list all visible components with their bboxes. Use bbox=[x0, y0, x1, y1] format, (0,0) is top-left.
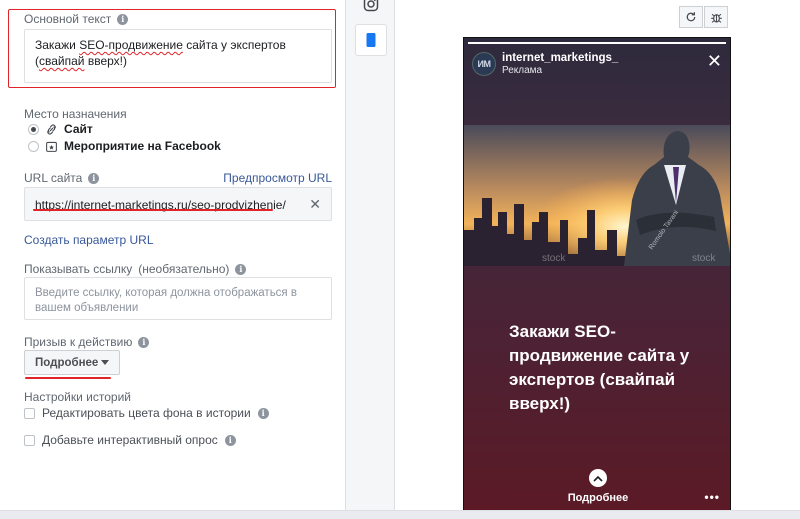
link-icon bbox=[45, 123, 58, 136]
story-caption: Закажи SEO-продвижение сайта у экспертов… bbox=[509, 322, 690, 413]
optional-hint: (необязательно) bbox=[138, 262, 230, 276]
close-icon[interactable]: ✕ bbox=[309, 196, 321, 213]
story-progress-bar bbox=[468, 42, 726, 44]
cta-dropdown[interactable]: Подробнее bbox=[24, 350, 120, 375]
primary-text-field[interactable]: Закажи SEO-продвижение сайта у экспертов… bbox=[24, 29, 332, 83]
phone-stories-icon bbox=[366, 33, 376, 47]
checkbox-label: Редактировать цвета фона в истории bbox=[42, 406, 251, 420]
placement-tabs bbox=[345, 0, 395, 519]
tab-instagram-stories[interactable] bbox=[355, 24, 387, 56]
chevron-up-icon bbox=[593, 475, 603, 482]
text-fragment-spellcheck: свайпай bbox=[39, 54, 85, 68]
radio-unselected[interactable] bbox=[28, 140, 39, 152]
create-url-parameter-link[interactable]: Создать параметр URL bbox=[24, 233, 154, 247]
swipe-up-button[interactable] bbox=[589, 469, 607, 487]
primary-text-line-2: (свайпай вверх!) bbox=[35, 53, 321, 69]
story-preview: ИМ internet_marketings_ Реклама ✕ Romolo… bbox=[463, 37, 731, 511]
stories-settings-label: Настройки историй bbox=[24, 390, 131, 404]
annotation-underline bbox=[25, 377, 111, 379]
avatar: ИМ bbox=[472, 52, 496, 76]
display-link-label: Показывать ссылку (необязательно) i bbox=[24, 262, 247, 276]
text-fragment: сайта у экспертов bbox=[182, 38, 286, 52]
more-icon[interactable]: ••• bbox=[704, 490, 720, 504]
url-input[interactable]: https://internet-marketings.ru/seo-prodv… bbox=[24, 187, 332, 221]
destination-option-fb-event[interactable]: Мероприятие на Facebook bbox=[28, 139, 221, 153]
svg-text:stock: stock bbox=[692, 253, 716, 264]
url-preview-link[interactable]: Предпросмотр URL bbox=[223, 171, 332, 185]
info-icon[interactable]: i bbox=[88, 172, 100, 184]
destination-option-website[interactable]: Сайт bbox=[28, 122, 93, 136]
info-icon[interactable]: i bbox=[235, 263, 247, 275]
info-icon[interactable]: i bbox=[257, 407, 269, 419]
account-name: internet_marketings_ bbox=[502, 52, 619, 64]
story-progress-fill bbox=[468, 42, 726, 44]
url-label: URL сайта i bbox=[24, 171, 100, 185]
destination-option-label: Сайт bbox=[64, 122, 93, 136]
info-icon[interactable]: i bbox=[224, 434, 236, 446]
close-icon[interactable]: ✕ bbox=[707, 52, 722, 70]
url-label-text: URL сайта bbox=[24, 171, 83, 185]
primary-text-label: Основной текст i bbox=[24, 12, 129, 26]
radio-selected[interactable] bbox=[28, 123, 39, 135]
refresh-button[interactable] bbox=[679, 6, 703, 28]
instagram-icon bbox=[363, 0, 379, 12]
checkbox-label: Добавьте интерактивный опрос bbox=[42, 433, 218, 447]
bug-icon bbox=[710, 13, 722, 23]
text-fragment-spellcheck: SEO-продвижение bbox=[79, 38, 183, 52]
sponsored-label: Реклама bbox=[502, 65, 543, 76]
checkbox[interactable] bbox=[24, 407, 35, 419]
destination-option-label: Мероприятие на Facebook bbox=[64, 139, 221, 153]
story-bg-color-option[interactable]: Редактировать цвета фона в истории i bbox=[24, 406, 269, 420]
checkbox[interactable] bbox=[24, 434, 35, 446]
debug-button[interactable] bbox=[704, 6, 728, 28]
chevron-down-icon bbox=[101, 360, 109, 365]
cta-selected-value: Подробнее bbox=[35, 356, 99, 369]
cta-label: Призыв к действию i bbox=[24, 335, 150, 349]
annotation-underline bbox=[33, 209, 273, 211]
info-icon[interactable]: i bbox=[117, 13, 129, 25]
ad-form-panel: Основной текст i Закажи SEO-продвижение … bbox=[0, 0, 345, 519]
display-link-label-text: Показывать ссылку bbox=[24, 262, 133, 276]
primary-text-label-text: Основной текст bbox=[24, 12, 112, 26]
svg-text:stock: stock bbox=[542, 253, 566, 264]
page-footer-divider bbox=[0, 510, 800, 519]
story-cta-label: Подробнее bbox=[567, 492, 629, 504]
interactive-poll-option[interactable]: Добавьте интерактивный опрос i bbox=[24, 433, 236, 447]
tab-instagram-feed[interactable] bbox=[355, 0, 387, 20]
destination-label: Место назначения bbox=[24, 107, 127, 121]
cta-label-text: Призыв к действию bbox=[24, 335, 133, 349]
text-fragment: Закажи bbox=[35, 38, 80, 52]
calendar-star-icon bbox=[45, 140, 58, 153]
text-fragment: вверх!) bbox=[84, 54, 127, 68]
refresh-icon bbox=[686, 12, 696, 22]
primary-text-line-1: Закажи SEO-продвижение сайта у экспертов bbox=[35, 37, 321, 53]
info-icon[interactable]: i bbox=[138, 336, 150, 348]
ad-image: Romolo Tavani stock stock bbox=[464, 125, 730, 266]
display-link-input[interactable]: Введите ссылку, которая должна отображат… bbox=[24, 277, 332, 320]
